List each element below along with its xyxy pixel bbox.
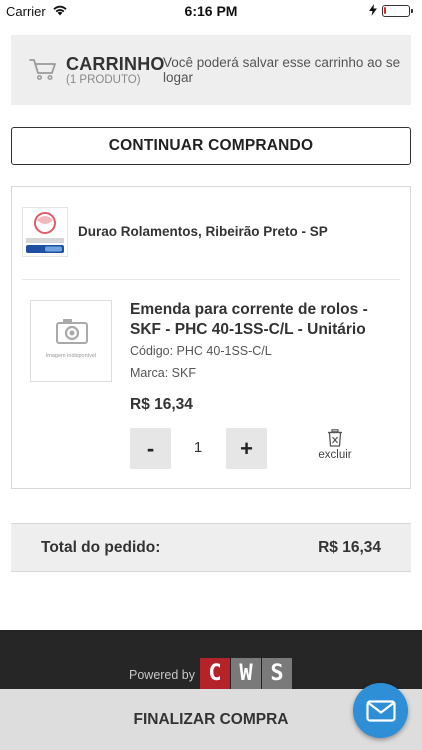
cart-icon (29, 59, 56, 81)
product-title[interactable]: Emenda para corrente de rolos - SKF - PH… (130, 300, 392, 340)
envelope-icon (365, 699, 396, 722)
decrease-quantity-button[interactable]: - (130, 428, 171, 469)
powered-by-label: Powered by (129, 668, 196, 682)
cart-item-card: Durao Rolamentos, Ribeirão Preto - SP Im… (11, 186, 411, 489)
continue-shopping-button[interactable]: CONTINUAR COMPRANDO (11, 127, 411, 165)
cart-product-count: (1 PRODUTO) (66, 74, 141, 86)
charging-icon (369, 4, 377, 16)
cart-title: CARRINHO (66, 54, 165, 74)
save-cart-note: Você poderá salvar esse carrinho ao se l… (163, 55, 401, 85)
trash-icon (328, 429, 342, 447)
cws-logo-letter-c: C (200, 658, 230, 689)
product-image[interactable]: Imagem indisponível (30, 300, 112, 382)
clock-time: 6:16 PM (184, 3, 238, 19)
cws-logo-letter-w: W (231, 658, 261, 689)
camera-icon (56, 319, 88, 344)
store-logo-icon (22, 207, 68, 257)
delete-item-button[interactable]: excluir (310, 429, 360, 469)
increase-quantity-button[interactable]: + (226, 428, 267, 469)
battery-level (384, 7, 386, 14)
cws-logo-letter-s: S (262, 658, 292, 689)
product-brand: Marca: SKF (130, 366, 196, 380)
footer: Powered by C W S (0, 630, 422, 690)
battery-icon (382, 5, 413, 17)
total-value: R$ 16,34 (318, 539, 381, 556)
quantity-value: 1 (193, 439, 203, 456)
cart-header: CARRINHO (1 PRODUTO) Você poderá salvar … (11, 35, 411, 105)
delete-label: excluir (318, 449, 352, 461)
store-name: Durao Rolamentos, Ribeirão Preto - SP (78, 224, 328, 239)
divider (22, 279, 400, 280)
status-bar: Carrier 6:16 PM (0, 0, 422, 22)
product-price: R$ 16,34 (130, 396, 193, 413)
image-unavailable-label: Imagem indisponível (45, 353, 97, 359)
chat-button[interactable] (353, 683, 408, 738)
total-label: Total do pedido: (41, 539, 161, 556)
product-code: Código: PHC 40-1SS-C/L (130, 344, 272, 358)
order-total: Total do pedido: R$ 16,34 (11, 523, 411, 572)
cws-logo[interactable]: C W S (200, 658, 293, 689)
